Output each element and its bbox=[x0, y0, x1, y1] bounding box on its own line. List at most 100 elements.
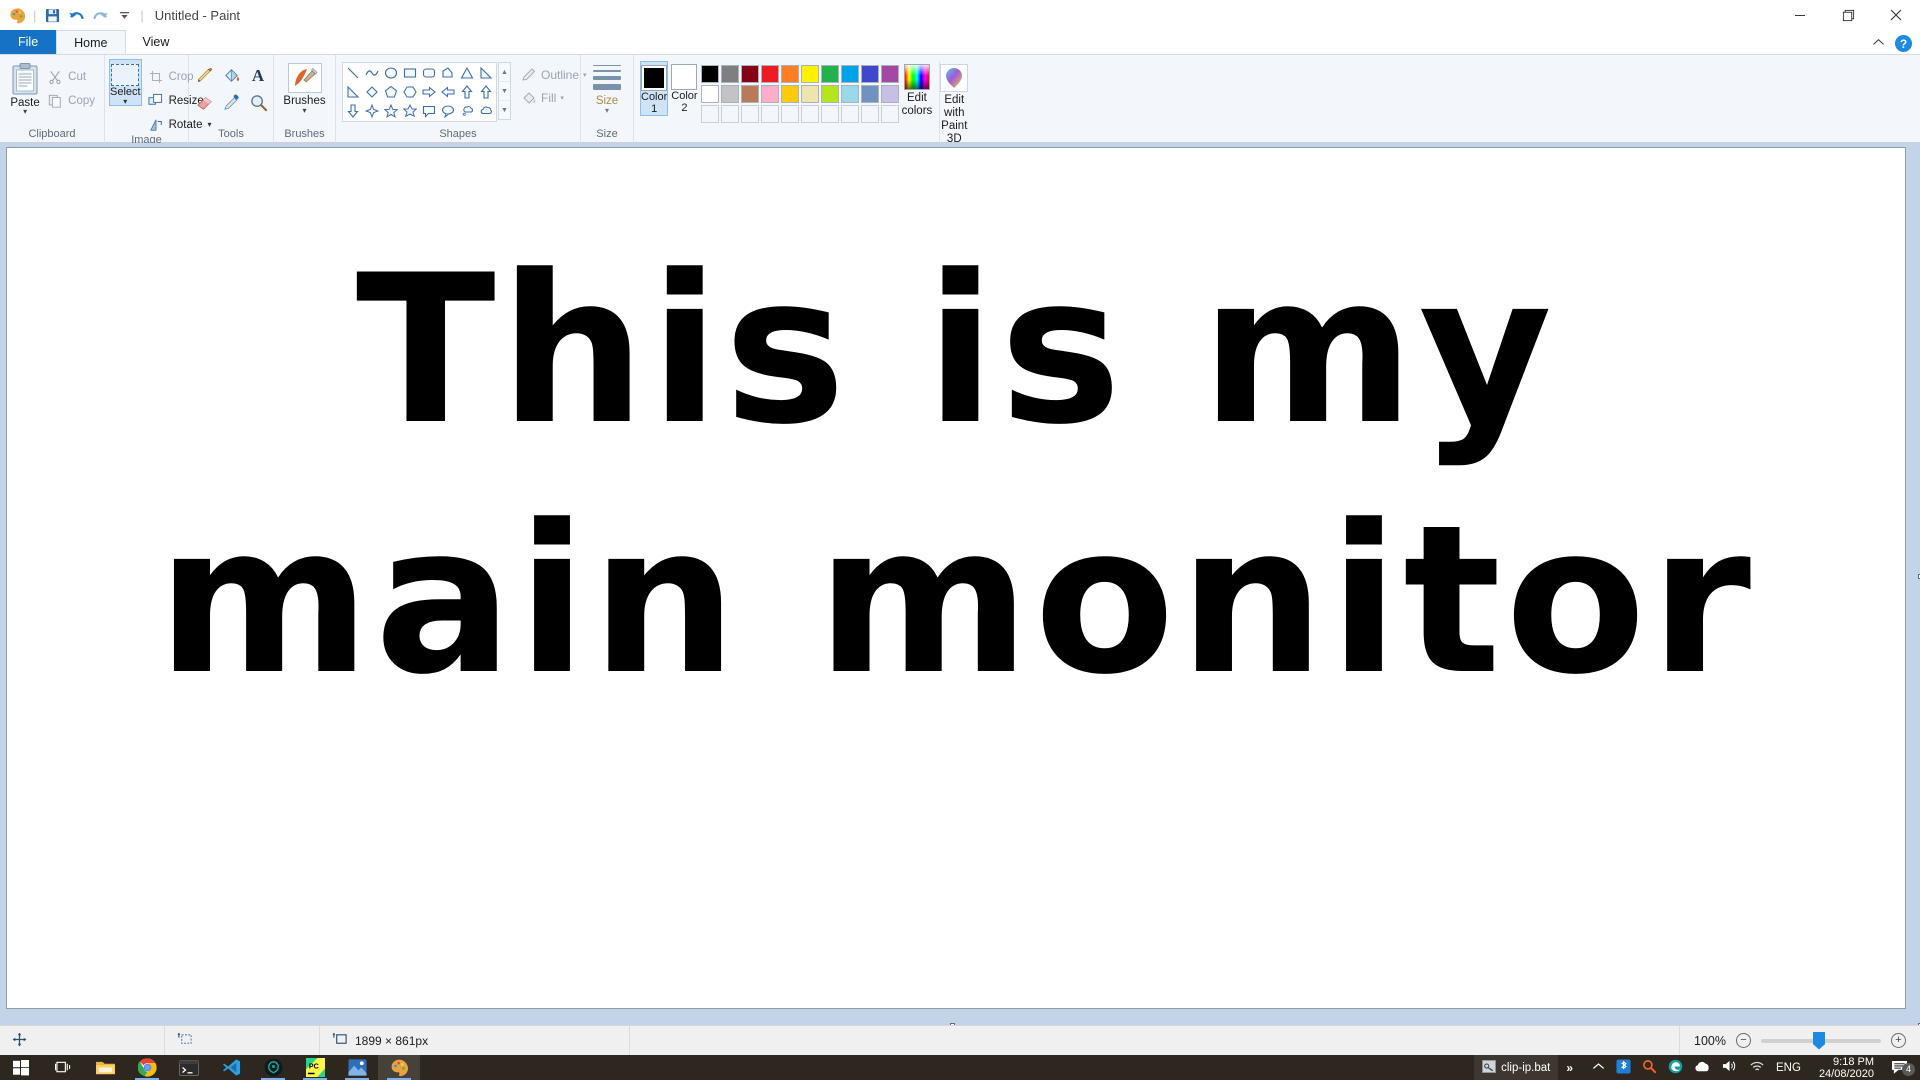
collapse-ribbon-icon[interactable] bbox=[1872, 38, 1885, 50]
edge-icon[interactable] bbox=[1668, 1059, 1683, 1077]
fill-with-color-icon[interactable] bbox=[219, 63, 244, 88]
tab-view[interactable]: View bbox=[126, 30, 187, 54]
shape-rounded-rectangle-icon[interactable] bbox=[420, 64, 438, 82]
shape-rounded-callout-icon[interactable] bbox=[420, 102, 438, 120]
action-center-button[interactable]: 4 bbox=[1883, 1060, 1916, 1076]
fill-dropdown-icon[interactable]: ▾ bbox=[560, 94, 564, 102]
shape-rectangle-icon[interactable] bbox=[401, 64, 419, 82]
palette-swatch-r2-c6[interactable] bbox=[800, 85, 819, 103]
zoom-slider-thumb[interactable] bbox=[1813, 1031, 1825, 1050]
palette-swatch-r3-c3[interactable] bbox=[740, 105, 759, 123]
palette-swatch-r1-c9[interactable] bbox=[860, 65, 879, 83]
zoom-in-button[interactable]: + bbox=[1891, 1033, 1906, 1048]
palette-swatch-r3-c8[interactable] bbox=[840, 105, 859, 123]
windows-start-icon[interactable] bbox=[0, 1055, 42, 1080]
edit-colors-button[interactable]: Edit colors bbox=[902, 61, 932, 118]
zoom-slider[interactable] bbox=[1761, 1031, 1881, 1050]
task-view-icon[interactable] bbox=[42, 1055, 84, 1080]
palette-swatch-r2-c8[interactable] bbox=[840, 85, 859, 103]
shape-right-triangle-icon[interactable] bbox=[477, 64, 495, 82]
shape-line-icon[interactable] bbox=[344, 64, 362, 82]
palette-swatch-r2-c5[interactable] bbox=[780, 85, 799, 103]
taskbar-active-task[interactable]: clip-ip.bat bbox=[1474, 1055, 1559, 1080]
palette-swatch-r2-c7[interactable] bbox=[820, 85, 839, 103]
shape-five-point-star-icon[interactable] bbox=[382, 102, 400, 120]
language-indicator[interactable]: ENG bbox=[1776, 1062, 1801, 1074]
shape-up-arrow-icon[interactable] bbox=[458, 83, 476, 101]
palette-swatch-r3-c6[interactable] bbox=[800, 105, 819, 123]
customize-quick-access-icon[interactable] bbox=[113, 4, 135, 26]
help-icon[interactable]: ? bbox=[1895, 35, 1912, 52]
shape-polygon-icon[interactable] bbox=[439, 64, 457, 82]
taskbar-overflow-icon[interactable]: » bbox=[1566, 1061, 1583, 1075]
palette-swatch-r3-c10[interactable] bbox=[880, 105, 899, 123]
palette-swatch-r1-c4[interactable] bbox=[760, 65, 779, 83]
bluetooth-icon[interactable] bbox=[1616, 1058, 1631, 1077]
terminal-icon[interactable] bbox=[168, 1055, 210, 1080]
outline-button[interactable]: Outline ▾ bbox=[521, 67, 587, 83]
shape-down-arrow-icon[interactable] bbox=[344, 102, 362, 120]
palette-swatch-r3-c2[interactable] bbox=[720, 105, 739, 123]
color-1-button[interactable]: Color 1 bbox=[640, 61, 669, 116]
shapes-scroll-up-icon[interactable]: ▲ bbox=[499, 63, 510, 82]
octopus-icon[interactable] bbox=[252, 1055, 294, 1080]
shape-triangle-icon[interactable] bbox=[458, 64, 476, 82]
shape-right-arrow-icon[interactable] bbox=[420, 83, 438, 101]
shape-cloud-icon[interactable] bbox=[477, 102, 495, 120]
minimize-button[interactable] bbox=[1776, 0, 1824, 30]
size-button[interactable]: Size ▾ bbox=[587, 59, 627, 115]
eraser-icon[interactable] bbox=[192, 90, 217, 115]
color-2-button[interactable]: Color 2 bbox=[671, 61, 698, 114]
pycharm-icon[interactable]: PC bbox=[294, 1055, 336, 1080]
palette-swatch-r1-c2[interactable] bbox=[720, 65, 739, 83]
paint-canvas[interactable]: This is my main monitor bbox=[6, 147, 1906, 1009]
palette-swatch-r3-c7[interactable] bbox=[820, 105, 839, 123]
shape-curve-icon[interactable] bbox=[363, 64, 381, 82]
shape-diamond-icon[interactable] bbox=[363, 83, 381, 101]
palette-swatch-r1-c3[interactable] bbox=[740, 65, 759, 83]
shapes-expand-icon[interactable]: ▼ bbox=[499, 101, 510, 119]
google-chrome-icon[interactable] bbox=[126, 1055, 168, 1080]
palette-swatch-r3-c9[interactable] bbox=[860, 105, 879, 123]
palette-swatch-r1-c10[interactable] bbox=[880, 65, 899, 83]
shapes-scroll-down-icon[interactable]: ▼ bbox=[499, 82, 510, 101]
pencil-icon[interactable] bbox=[192, 63, 217, 88]
brushes-button[interactable]: Brushes ▾ bbox=[280, 61, 329, 115]
shape-hexagon-icon[interactable] bbox=[401, 83, 419, 101]
palette-swatch-r2-c1[interactable] bbox=[700, 85, 719, 103]
zoom-out-button[interactable]: − bbox=[1736, 1033, 1751, 1048]
magnifier-icon[interactable] bbox=[246, 90, 271, 115]
clock[interactable]: 9:18 PM 24/08/2020 bbox=[1810, 1056, 1883, 1080]
show-hidden-icons-icon[interactable] bbox=[1592, 1062, 1605, 1074]
onedrive-icon[interactable] bbox=[1694, 1060, 1711, 1076]
shape-right-triangle2-icon[interactable] bbox=[344, 83, 362, 101]
palette-swatch-r1-c5[interactable] bbox=[780, 65, 799, 83]
shape-left-arrow-icon[interactable] bbox=[439, 83, 457, 101]
shape-oval-icon[interactable] bbox=[382, 64, 400, 82]
wifi-icon[interactable] bbox=[1749, 1060, 1765, 1076]
palette-swatch-r1-c8[interactable] bbox=[840, 65, 859, 83]
palette-swatch-r2-c3[interactable] bbox=[740, 85, 759, 103]
palette-swatch-r1-c7[interactable] bbox=[820, 65, 839, 83]
shape-up-arrow2-icon[interactable] bbox=[477, 83, 495, 101]
volume-icon[interactable] bbox=[1722, 1059, 1738, 1076]
palette-swatch-r3-c4[interactable] bbox=[760, 105, 779, 123]
palette-swatch-r2-c4[interactable] bbox=[760, 85, 779, 103]
redo-icon[interactable] bbox=[89, 4, 111, 26]
shape-oval-callout-icon[interactable] bbox=[439, 102, 457, 120]
palette-swatch-r3-c1[interactable] bbox=[700, 105, 719, 123]
close-button[interactable] bbox=[1872, 0, 1920, 30]
photos-icon[interactable] bbox=[336, 1055, 378, 1080]
shape-six-point-star-icon[interactable] bbox=[401, 102, 419, 120]
paste-dropdown-icon[interactable]: ▾ bbox=[23, 108, 27, 116]
palette-swatch-r1-c6[interactable] bbox=[800, 65, 819, 83]
search-icon[interactable] bbox=[1642, 1059, 1657, 1077]
paste-button[interactable]: Paste ▾ bbox=[6, 59, 44, 116]
fill-button[interactable]: Fill ▾ bbox=[521, 90, 587, 106]
palette-swatch-r2-c2[interactable] bbox=[720, 85, 739, 103]
edit-with-paint3d-button[interactable]: Edit with Paint 3D bbox=[939, 61, 969, 146]
paint-icon[interactable] bbox=[378, 1055, 420, 1080]
save-icon[interactable] bbox=[41, 4, 63, 26]
maximize-button[interactable] bbox=[1824, 0, 1872, 30]
select-button[interactable]: Select ▾ bbox=[109, 59, 142, 106]
